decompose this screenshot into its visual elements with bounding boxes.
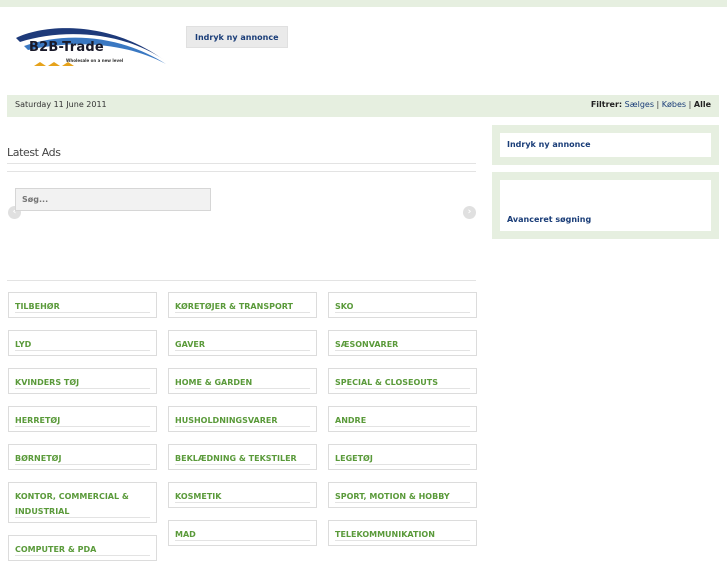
filter-group: Filtrer: Sælges | Købes | Alle: [591, 95, 711, 114]
category-link[interactable]: KONTOR, COMMERCIAL & INDUSTRIAL: [8, 482, 157, 523]
category-link[interactable]: MAD: [168, 520, 317, 546]
category-link[interactable]: HERRETØJ: [8, 406, 157, 432]
category-label: BØRNETØJ: [15, 454, 62, 463]
category-label: HOME & GARDEN: [175, 378, 253, 387]
category-label: KØRETØJER & TRANSPORT: [175, 302, 294, 311]
filter-buy-link[interactable]: Købes: [662, 100, 686, 109]
date-filter-bar: Saturday 11 June 2011 Filtrer: Sælges | …: [7, 95, 719, 117]
logo-name: B2B-Trade: [29, 40, 104, 55]
filter-label: Filtrer:: [590, 100, 623, 109]
category-label: COMPUTER & PDA: [15, 545, 97, 554]
category-link[interactable]: SÆSONVARER: [328, 330, 477, 356]
divider: [7, 163, 476, 164]
category-label: SPORT, MOTION & HOBBY: [335, 492, 450, 501]
category-label: LYD: [15, 340, 32, 349]
category-label: KVINDERS TØJ: [15, 378, 80, 387]
category-link[interactable]: LEGETØJ: [328, 444, 477, 470]
sidebar-post-ad-link[interactable]: Indryk ny annonce: [507, 140, 591, 149]
category-label: SKO: [335, 302, 354, 311]
top-strip: [0, 0, 727, 7]
category-label: LEGETØJ: [335, 454, 373, 463]
category-label: HUSHOLDNINGSVARER: [175, 416, 278, 425]
search-input[interactable]: [15, 188, 211, 211]
category-label: KOSMETIK: [175, 492, 222, 501]
filter-separator: |: [688, 100, 692, 109]
latest-ads-heading: Latest Ads: [7, 146, 61, 159]
category-link[interactable]: ANDRE: [328, 406, 477, 432]
category-link[interactable]: SKO: [328, 292, 477, 318]
category-link[interactable]: TILBEHØR: [8, 292, 157, 318]
category-label: KONTOR, COMMERCIAL & INDUSTRIAL: [15, 492, 129, 516]
category-link[interactable]: SPORT, MOTION & HOBBY: [328, 482, 477, 508]
category-link[interactable]: HOME & GARDEN: [168, 368, 317, 394]
category-label: MAD: [175, 530, 196, 539]
category-label: TELEKOMMUNIKATION: [335, 530, 435, 539]
divider: [7, 171, 476, 172]
category-link[interactable]: KVINDERS TØJ: [8, 368, 157, 394]
post-ad-button[interactable]: Indryk ny annonce: [186, 26, 288, 48]
category-label: BEKLÆDNING & TEKSTILER: [175, 454, 297, 463]
category-link[interactable]: BEKLÆDNING & TEKSTILER: [168, 444, 317, 470]
category-label: ANDRE: [335, 416, 367, 425]
category-label: SÆSONVARER: [335, 340, 399, 349]
filter-separator: |: [656, 100, 660, 109]
category-link[interactable]: SPECIAL & CLOSEOUTS: [328, 368, 477, 394]
sidebar-post-box: Indryk ny annonce: [492, 125, 719, 165]
category-link[interactable]: BØRNETØJ: [8, 444, 157, 470]
category-label: TILBEHØR: [15, 302, 60, 311]
sidebar-search-box: [492, 172, 719, 239]
current-date: Saturday 11 June 2011: [15, 100, 107, 109]
category-label: GAVER: [175, 340, 206, 349]
category-link[interactable]: HUSHOLDNINGSVARER: [168, 406, 317, 432]
divider: [7, 280, 476, 281]
category-link[interactable]: GAVER: [168, 330, 317, 356]
sidebar-post-panel: Indryk ny annonce: [500, 133, 711, 157]
logo-tagline: Wholesale on a new level: [66, 58, 124, 63]
advanced-search-link[interactable]: Avanceret søgning: [507, 215, 591, 224]
category-link[interactable]: KØRETØJER & TRANSPORT: [168, 292, 317, 318]
filter-all-link[interactable]: Alle: [694, 100, 711, 109]
carousel-next-icon[interactable]: ›: [463, 206, 476, 219]
category-label: HERRETØJ: [15, 416, 61, 425]
filter-sell-link[interactable]: Sælges: [625, 100, 654, 109]
category-label: SPECIAL & CLOSEOUTS: [335, 378, 438, 387]
logo[interactable]: B2B-Trade Wholesale on a new level: [14, 22, 170, 68]
category-link[interactable]: KOSMETIK: [168, 482, 317, 508]
category-link[interactable]: COMPUTER & PDA: [8, 535, 157, 561]
category-link[interactable]: TELEKOMMUNIKATION: [328, 520, 477, 546]
category-link[interactable]: LYD: [8, 330, 157, 356]
